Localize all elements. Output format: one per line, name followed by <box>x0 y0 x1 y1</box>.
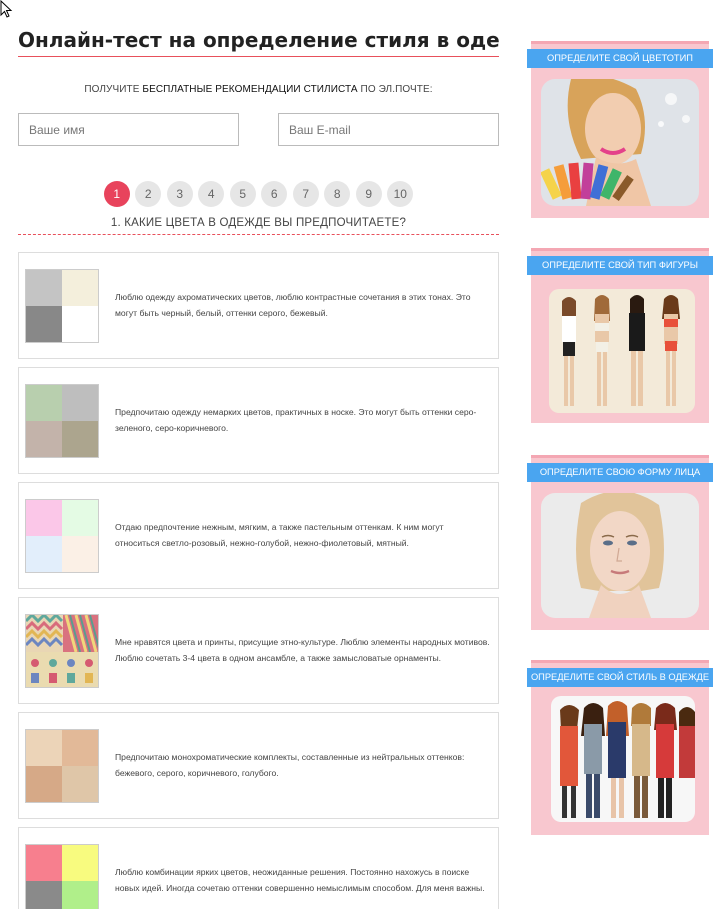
promo-card-face[interactable]: Определите свою форму лица <box>527 455 713 630</box>
figure-photo-image <box>549 289 695 413</box>
swatch-cell <box>62 269 98 306</box>
swatch-cell <box>26 269 62 306</box>
answer-option[interactable]: Мне нравятся цвета и принты, присущие эт… <box>18 597 499 704</box>
swatch-cell <box>62 499 98 536</box>
color-swatch <box>25 383 99 458</box>
step-9[interactable]: 9 <box>355 181 382 207</box>
page-title: Онлайн-тест на определение стиля в одежд… <box>18 0 499 57</box>
step-4[interactable]: 4 <box>198 181 225 207</box>
step-pagination: 1 2 3 4 5 6 7 8 9 10 <box>18 181 499 207</box>
swatch-cell <box>26 765 62 802</box>
banner-colortype[interactable]: Определите свой цветотип <box>527 49 713 68</box>
banner-face[interactable]: Определите свою форму лица <box>527 463 713 482</box>
swatch-cell <box>26 384 62 421</box>
swatch-cell <box>26 305 62 342</box>
step-5[interactable]: 5 <box>229 181 256 207</box>
face-photo-image <box>541 493 699 618</box>
swatch-cell <box>26 880 62 909</box>
step-2[interactable]: 2 <box>135 181 162 207</box>
promo-bold: бесплатные рекомендации стилиста <box>142 84 358 95</box>
color-swatch <box>25 843 99 909</box>
ethno-pattern-image <box>26 614 98 687</box>
promo-card-figure[interactable]: Определите свой тип фигуры <box>527 248 713 423</box>
ethno-pattern-swatch <box>25 613 99 688</box>
answer-option[interactable]: Люблю комбинации ярких цветов, неожиданн… <box>18 827 499 909</box>
answer-text: Люблю одежду ахроматических цветов, любл… <box>115 291 471 318</box>
swatch-cell <box>62 844 98 881</box>
step-1[interactable]: 1 <box>103 181 130 207</box>
swatch-cell <box>62 880 98 909</box>
step-3[interactable]: 3 <box>166 181 193 207</box>
answer-text: Мне нравятся цвета и принты, присущие эт… <box>115 636 490 663</box>
style-photo-image <box>551 696 695 822</box>
swatch-cell <box>26 844 62 881</box>
answer-option[interactable]: Отдаю предпочтение нежным, мягким, а так… <box>18 482 499 589</box>
email-input[interactable] <box>278 113 499 146</box>
swatch-cell <box>62 765 98 802</box>
subscribe-form <box>18 113 499 146</box>
step-10[interactable]: 10 <box>387 181 414 207</box>
answer-text: Предпочитаю монохроматические комплекты,… <box>115 751 465 778</box>
step-8[interactable]: 8 <box>324 181 351 207</box>
step-7[interactable]: 7 <box>292 181 319 207</box>
banner-figure[interactable]: Определите свой тип фигуры <box>527 256 713 275</box>
answer-text: Предпочитаю одежду немарких цветов, прак… <box>115 406 477 433</box>
answer-option[interactable]: Предпочитаю монохроматические комплекты,… <box>18 712 499 819</box>
quiz-main: Онлайн-тест на определение стиля в одежд… <box>18 0 499 909</box>
banner-style[interactable]: Определите свой стиль в одежде <box>527 668 713 687</box>
swatch-cell <box>62 535 98 572</box>
style-photo <box>551 696 695 822</box>
colortype-photo <box>541 79 699 206</box>
answer-text: Отдаю предпочтение нежным, мягким, а так… <box>115 521 444 548</box>
swatch-cell <box>62 420 98 457</box>
color-swatch <box>25 268 99 343</box>
face-photo <box>541 493 699 618</box>
name-input[interactable] <box>18 113 239 146</box>
promo-card-colortype[interactable]: Определите свой цветотип <box>527 41 713 218</box>
figure-photo <box>549 289 695 413</box>
swatch-cell <box>62 384 98 421</box>
answer-options: Люблю одежду ахроматических цветов, любл… <box>18 252 499 909</box>
step-6[interactable]: 6 <box>261 181 288 207</box>
swatch-cell <box>26 729 62 766</box>
answer-option[interactable]: Предпочитаю одежду немарких цветов, прак… <box>18 367 499 474</box>
color-swatch <box>25 728 99 803</box>
promo-card-style[interactable]: Определите свой стиль в одежде <box>527 660 713 835</box>
answer-text: Люблю комбинации ярких цветов, неожиданн… <box>115 866 485 893</box>
swatch-cell <box>26 499 62 536</box>
color-swatch <box>25 498 99 573</box>
answer-option[interactable]: Люблю одежду ахроматических цветов, любл… <box>18 252 499 359</box>
swatch-cell <box>62 729 98 766</box>
promo-text: Получите бесплатные рекомендации стилист… <box>84 84 433 95</box>
swatch-cell <box>26 420 62 457</box>
colortype-photo-image <box>541 79 699 206</box>
swatch-cell <box>62 305 98 342</box>
mouse-cursor-icon <box>0 0 13 18</box>
question-title: 1. Какие цвета в одежде вы предпочитаете… <box>18 217 499 235</box>
swatch-cell <box>26 535 62 572</box>
